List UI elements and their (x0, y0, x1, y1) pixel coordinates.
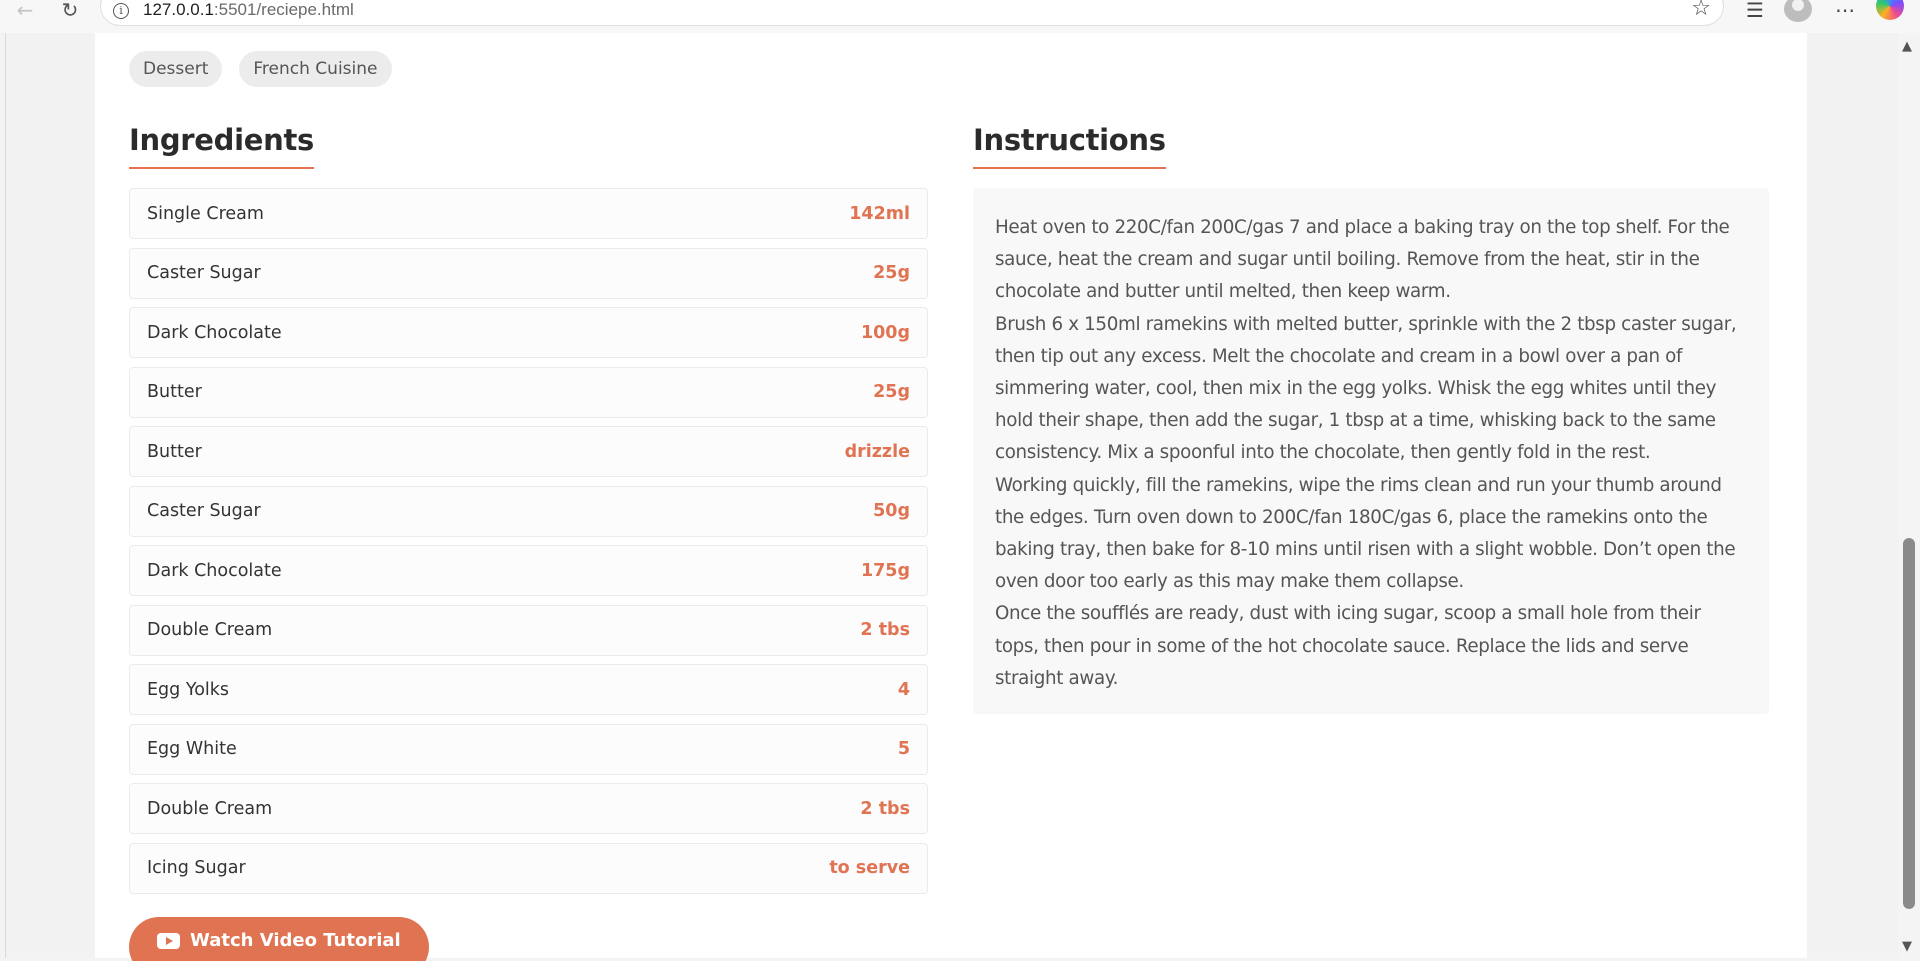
ingredients-heading: Ingredients (129, 123, 314, 169)
ingredient-name: Butter (147, 382, 202, 402)
url-path: :5501/reciepe.html (213, 0, 354, 19)
ingredient-row: Single Cream 142ml (129, 188, 928, 239)
ingredient-name: Dark Chocolate (147, 322, 282, 343)
instructions-heading: Instructions (973, 123, 1166, 169)
more-options-icon[interactable]: ⋯ (1830, 0, 1860, 22)
watch-video-button[interactable]: Watch Video Tutorial (129, 917, 429, 961)
ingredient-name: Double Cream (147, 798, 273, 819)
ingredient-row: Icing Sugar to serve (129, 842, 928, 894)
url-text: 127.0.0.1:5501/reciepe.html (143, 0, 354, 20)
browser-toolbar: ← ↻ i 127.0.0.1:5501/reciepe.html ☆ ☰ ⋯ (0, 0, 1920, 33)
ingredient-quantity: 142ml (849, 203, 910, 224)
ingredient-name: Single Cream (147, 203, 264, 224)
bookmark-star-icon[interactable]: ☆ (1691, 0, 1711, 20)
ingredient-row: Butter drizzle (129, 426, 928, 477)
vertical-scrollbar[interactable]: ▲ ▼ (1898, 33, 1920, 958)
ingredient-name: Icing Sugar (147, 858, 246, 878)
profile-avatar-icon[interactable] (1784, 0, 1812, 22)
ingredient-quantity: 25g (873, 382, 910, 402)
url-host: 127.0.0.1 (143, 0, 214, 19)
ingredient-quantity: 175g (860, 560, 910, 581)
ingredient-quantity: 4 (897, 679, 910, 700)
instruction-step: Heat oven to 220C/fan 200C/gas 7 and pla… (995, 217, 1730, 303)
ingredient-quantity: 2 tbs (860, 798, 910, 819)
ingredient-quantity: 5 (897, 739, 910, 759)
copilot-icon[interactable] (1876, 0, 1904, 20)
ingredient-name: Double Cream (147, 620, 273, 640)
tag-list: Dessert French Cuisine (129, 51, 392, 87)
ingredient-quantity: 2 tbs (860, 620, 910, 640)
site-info-icon[interactable]: i (113, 3, 129, 19)
instructions-panel: Heat oven to 220C/fan 200C/gas 7 and pla… (973, 188, 1769, 714)
ingredient-row: Double Cream 2 tbs (129, 783, 928, 834)
ingredient-name: Caster Sugar (147, 263, 261, 283)
instruction-step: Once the soufflés are ready, dust with i… (995, 603, 1701, 689)
page-viewport: Dessert French Cuisine Ingredients Instr… (5, 33, 1898, 961)
ingredient-quantity: drizzle (844, 441, 910, 462)
watch-video-label: Watch Video Tutorial (190, 930, 401, 951)
address-bar[interactable]: i 127.0.0.1:5501/reciepe.html ☆ (100, 0, 1724, 26)
ingredient-row: Butter 25g (129, 366, 928, 418)
scrollbar-thumb[interactable] (1903, 538, 1915, 909)
tag-dessert[interactable]: Dessert (129, 51, 223, 87)
instruction-step: Working quickly, fill the ramekins, wipe… (995, 474, 1736, 593)
ingredient-row: Double Cream 2 tbs (129, 604, 928, 656)
recipe-page: Dessert French Cuisine Ingredients Instr… (95, 33, 1807, 961)
ingredient-name: Egg Yolks (147, 679, 230, 700)
ingredient-name: Caster Sugar (147, 501, 261, 521)
ingredient-quantity: 50g (873, 501, 910, 521)
back-arrow-icon[interactable]: ← (10, 0, 40, 22)
ingredient-row: Egg White 5 (129, 723, 928, 775)
reload-icon[interactable]: ↻ (55, 0, 85, 22)
ingredient-row: Caster Sugar 50g (129, 485, 928, 537)
ingredients-list: Single Cream 142ml Caster Sugar 25g Dark C… (129, 188, 928, 902)
ingredient-row: Caster Sugar 25g (129, 247, 928, 299)
scroll-up-arrow-icon[interactable]: ▲ (1902, 39, 1912, 54)
ingredient-quantity: 100g (860, 322, 910, 343)
ingredient-name: Dark Chocolate (147, 560, 282, 581)
youtube-icon (157, 933, 180, 949)
instruction-step: Brush 6 x 150ml ramekins with melted but… (995, 313, 1737, 464)
favorites-icon[interactable]: ☰ (1740, 0, 1770, 22)
ingredient-row: Egg Yolks 4 (129, 664, 928, 715)
ingredient-name: Butter (147, 441, 202, 462)
ingredient-quantity: to serve (829, 858, 910, 878)
ingredient-name: Egg White (147, 739, 237, 759)
ingredient-row: Dark Chocolate 175g (129, 545, 928, 596)
ingredient-row: Dark Chocolate 100g (129, 307, 928, 358)
scroll-down-arrow-icon[interactable]: ▼ (1902, 939, 1912, 954)
ingredient-quantity: 25g (873, 263, 910, 283)
tag-french-cuisine[interactable]: French Cuisine (239, 51, 392, 87)
